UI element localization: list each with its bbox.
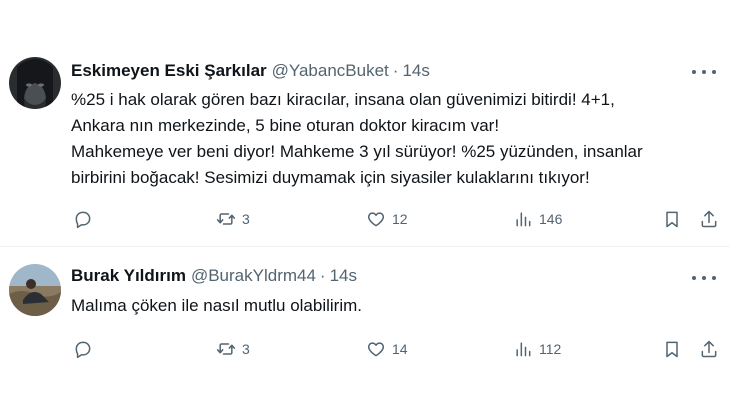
retweet-button[interactable]: 3 — [216, 337, 250, 361]
tweet-text-line: Ankara nın merkezinde, 5 bine oturan dok… — [71, 116, 500, 135]
like-count: 14 — [392, 341, 408, 357]
author-name[interactable]: Eskimeyen Eski Şarkılar — [71, 61, 267, 81]
retweet-icon — [216, 213, 236, 225]
bookmark-button[interactable] — [662, 337, 682, 361]
views-button[interactable]: 146 — [513, 207, 562, 231]
tweet-text-line: Malıma çöken ile nasıl mutlu olabilirim. — [71, 296, 362, 315]
like-count: 12 — [392, 211, 408, 227]
tweet-header: Eskimeyen Eski Şarkılar @YabancBuket · 1… — [71, 61, 430, 81]
share-icon — [701, 340, 717, 358]
view-count: 112 — [539, 341, 562, 357]
author-handle[interactable]: @YabancBuket — [272, 61, 389, 81]
tweet-text: %25 i hak olarak gören bazı kiracılar, i… — [71, 87, 711, 191]
tweet-text: Malıma çöken ile nasıl mutlu olabilirim. — [71, 293, 711, 319]
bookmark-icon — [666, 341, 678, 358]
author-name[interactable]: Burak Yıldırım — [71, 266, 186, 286]
analytics-icon — [516, 342, 531, 357]
timestamp[interactable]: 14s — [330, 266, 357, 286]
bookmark-button[interactable] — [662, 207, 682, 231]
tweet-header: Burak Yıldırım @BurakYldrm44 · 14s — [71, 266, 357, 286]
reply-button[interactable] — [73, 337, 93, 361]
avatar[interactable] — [9, 57, 61, 109]
bookmark-icon — [666, 211, 678, 228]
tweet-text-line: birbirini boğacak! Sesimizi duymamak içi… — [71, 168, 590, 187]
tweet-actions: 3 14 112 — [71, 337, 721, 361]
outdoor-photo-avatar-icon — [9, 264, 61, 316]
reply-button[interactable] — [73, 207, 93, 231]
separator-dot: · — [319, 266, 326, 285]
share-button[interactable] — [699, 207, 719, 231]
tweet[interactable]: Burak Yıldırım @BurakYldrm44 · 14s Malım… — [0, 247, 730, 420]
heart-icon — [367, 342, 385, 357]
view-count: 146 — [539, 211, 563, 227]
like-button[interactable]: 12 — [366, 207, 408, 231]
share-icon — [701, 210, 717, 228]
dark-portrait-avatar-icon — [9, 57, 61, 109]
author-handle[interactable]: @BurakYldrm44 — [191, 266, 316, 286]
tweet[interactable]: Eskimeyen Eski Şarkılar @YabancBuket · 1… — [0, 0, 730, 246]
retweet-count: 3 — [242, 341, 250, 357]
separator-dot: · — [392, 61, 399, 80]
like-button[interactable]: 14 — [366, 337, 408, 361]
retweet-count: 3 — [242, 211, 250, 227]
analytics-icon — [516, 212, 531, 227]
tweet-text-line: %25 i hak olarak gören bazı kiracılar, i… — [71, 90, 615, 109]
tweet-text-line: Mahkemeye ver beni diyor! Mahkeme 3 yıl … — [71, 142, 643, 161]
retweet-icon — [216, 343, 236, 355]
views-button[interactable]: 112 — [513, 337, 561, 361]
retweet-button[interactable]: 3 — [216, 207, 250, 231]
timestamp[interactable]: 14s — [402, 61, 429, 81]
heart-icon — [367, 212, 385, 227]
more-options-icon[interactable] — [692, 271, 716, 285]
reply-icon — [75, 341, 91, 359]
tweet-actions: 3 12 146 — [71, 207, 721, 231]
share-button[interactable] — [699, 337, 719, 361]
reply-icon — [75, 211, 91, 229]
more-options-icon[interactable] — [692, 65, 716, 79]
avatar[interactable] — [9, 264, 61, 316]
